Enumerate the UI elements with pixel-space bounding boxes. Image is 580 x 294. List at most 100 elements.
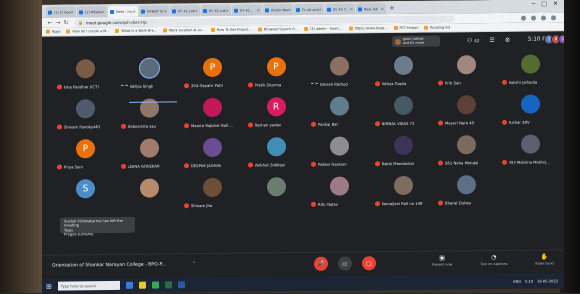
participant-tile[interactable]: Shivam Jha — [181, 175, 244, 214]
participant-tile[interactable]: S — [54, 176, 117, 215]
bookmark-item[interactable]: How To Get Project... — [210, 28, 252, 32]
browser-tab[interactable]: Visitor Man... × — [263, 4, 293, 16]
windows-start-icon[interactable]: ⊞ — [46, 282, 52, 290]
close-tab-icon[interactable]: × — [133, 9, 136, 14]
participant-tile[interactable]: Tushar 28V — [499, 91, 562, 130]
tray-date[interactable]: 16-05-2022 — [537, 279, 558, 283]
participant-tile[interactable]: Isha Pandhar (ICT) — [54, 56, 117, 95]
bookmark-item[interactable]: https://www.hoop... — [348, 26, 388, 31]
participant-tile[interactable]: Aditya Singh — [118, 55, 181, 94]
participant-tile[interactable]: Mayuri Nare 49 — [435, 92, 498, 131]
participant-tile[interactable]: Bakhi Mandavkar — [372, 133, 435, 172]
participant-tile[interactable]: P 204 Gayatri Patil — [181, 55, 244, 94]
bookmark-item[interactable]: Reading list — [424, 25, 450, 30]
captions-button[interactable]: CC — [338, 256, 352, 271]
activities-icon[interactable]: ⚙ — [505, 37, 510, 44]
browser-tab[interactable]: New Tab × — [356, 3, 386, 15]
bookmark-item[interactable]: Work location at ev... — [163, 28, 205, 33]
bookmark-item[interactable]: What Is a Work Bre... — [115, 29, 157, 33]
minimize-icon[interactable]: ─ — [532, 1, 536, 8]
participant-tile[interactable] — [118, 175, 181, 214]
maximize-icon[interactable]: □ — [541, 0, 547, 7]
close-tab-icon[interactable]: × — [381, 6, 384, 11]
chevron-up-icon[interactable]: ⌃ — [192, 261, 196, 267]
participant-tile[interactable]: Dinesh Rathod — [308, 53, 371, 92]
task-view-icon[interactable] — [125, 281, 133, 289]
present-now-button[interactable]: ▣ Present now — [432, 254, 452, 267]
menu-icon[interactable] — [551, 14, 556, 20]
participant-tile[interactable]: Komaljani Roll no 148 — [372, 173, 435, 212]
participant-tile[interactable]: Shivam Pandey461 — [54, 96, 117, 135]
taskbar-search-input[interactable]: Type here to search — [57, 280, 120, 291]
extension-icon[interactable] — [521, 15, 526, 21]
browser-tab[interactable]: Meet - hiv... × — [108, 5, 138, 18]
close-icon[interactable]: ✕ — [553, 0, 558, 7]
tab-favicon-icon — [234, 8, 238, 13]
close-tab-icon[interactable]: × — [71, 9, 74, 14]
raise-hand-button[interactable]: ✋ Raise hand — [535, 253, 553, 265]
participant-tile[interactable]: Aditya Gupta — [372, 53, 435, 92]
close-tab-icon[interactable]: × — [226, 8, 229, 13]
participant-tile[interactable]: R Roshan yadav — [245, 94, 308, 133]
participant-tile[interactable]: Mamta Rajbhar Roll ... — [181, 95, 244, 134]
browser-tab[interactable]: (F) 4C Lok... × — [201, 4, 231, 17]
participant-tile[interactable]: Sakshi Jaihodia — [499, 51, 562, 90]
extension-icon[interactable] — [531, 15, 536, 21]
file-explorer-icon[interactable] — [138, 281, 146, 289]
participant-tile[interactable]: S61 Neha Mondal — [435, 132, 498, 171]
close-tab-icon[interactable]: × — [319, 7, 322, 12]
back-icon[interactable]: ← — [46, 19, 54, 26]
reload-icon[interactable]: ↻ — [62, 19, 70, 26]
excel-icon[interactable] — [164, 281, 172, 289]
participant-tile[interactable]: NIRMAL VIKAS 72 — [372, 93, 435, 132]
participant-tile[interactable]: Pankaj Bar — [308, 93, 371, 132]
close-tab-icon[interactable]: × — [164, 8, 167, 13]
bookmark-item[interactable]: Browsed Search O... — [257, 27, 298, 32]
captions-toggle-button[interactable]: ◔ Turn on captions — [480, 254, 507, 266]
participant-tile[interactable]: Bharat Dubey — [435, 172, 498, 211]
participant-tile[interactable]: Pallavi Gautam — [308, 133, 371, 172]
close-tab-icon[interactable]: × — [257, 7, 260, 12]
profile-icon[interactable] — [541, 14, 546, 21]
browser-tab[interactable]: (1) WhatsApp × — [77, 6, 107, 18]
self-avatar[interactable]: D — [558, 34, 564, 45]
close-tab-icon[interactable]: × — [288, 7, 291, 12]
microphone-button[interactable]: 🎤 — [314, 256, 328, 271]
new-tab-button[interactable]: + — [389, 3, 395, 14]
browser-tab[interactable]: (F) 4C... × — [232, 4, 262, 16]
participant-name: Isha Pandhar (ICT) — [64, 84, 99, 90]
tray-time[interactable]: 5:10 — [525, 279, 533, 283]
participant-tile[interactable]: 393 Mahima Mukhrj... — [499, 131, 562, 170]
browser-tab[interactable]: (1) Cl Google... × — [46, 6, 76, 18]
participant-tile[interactable]: P Priya Soni — [54, 136, 117, 175]
bookmark-item[interactable]: PCT Helper — [393, 26, 418, 31]
participant-tile[interactable]: Ritu Yadav — [308, 173, 371, 212]
participant-tile[interactable]: P Pratik Sharma — [245, 54, 308, 93]
chrome-icon[interactable] — [151, 281, 159, 289]
participant-tile[interactable]: DEEPAK JADHAV — [181, 135, 244, 174]
word-icon[interactable] — [177, 281, 185, 289]
close-tab-icon[interactable]: × — [102, 9, 105, 14]
participant-tile[interactable]: LEENA GOVEKAR — [118, 135, 181, 174]
bookmark-item[interactable]: Apps — [46, 30, 60, 34]
language-indicator[interactable]: ENG — [513, 279, 521, 283]
bookmark-icon — [348, 26, 353, 31]
meeting-title[interactable]: Orientation of Shankar Narayan College -… — [52, 262, 166, 268]
browser-tab[interactable]: Fc aft and ...× — [294, 3, 324, 16]
browser-tab[interactable]: MYNOT Vi... × — [139, 5, 169, 17]
people-icon[interactable]: ⚇ — [467, 37, 472, 44]
participant-avatar — [457, 95, 476, 115]
participant-tile[interactable]: Priti Sah — [435, 52, 498, 91]
browser-tab[interactable]: (F) 4C Lok... × — [170, 5, 200, 17]
presenting-chip[interactable]: gauri rathod and 61 more — [392, 35, 440, 48]
chat-icon[interactable]: ☰ — [489, 37, 494, 44]
browser-tab[interactable]: (F) 4C T... × — [325, 3, 355, 15]
participant-tile[interactable]: Vaibhut Siddiqui — [245, 134, 308, 173]
participant-tile[interactable] — [245, 174, 308, 213]
camera-button[interactable]: ▢ — [362, 256, 376, 271]
close-tab-icon[interactable]: × — [350, 6, 353, 11]
bookmark-item[interactable]: (3) admin - Searc... — [303, 27, 343, 31]
forward-icon[interactable]: → — [54, 19, 62, 26]
close-tab-icon[interactable]: × — [195, 8, 198, 13]
bookmark-item[interactable]: How do I create a M... — [66, 29, 109, 34]
